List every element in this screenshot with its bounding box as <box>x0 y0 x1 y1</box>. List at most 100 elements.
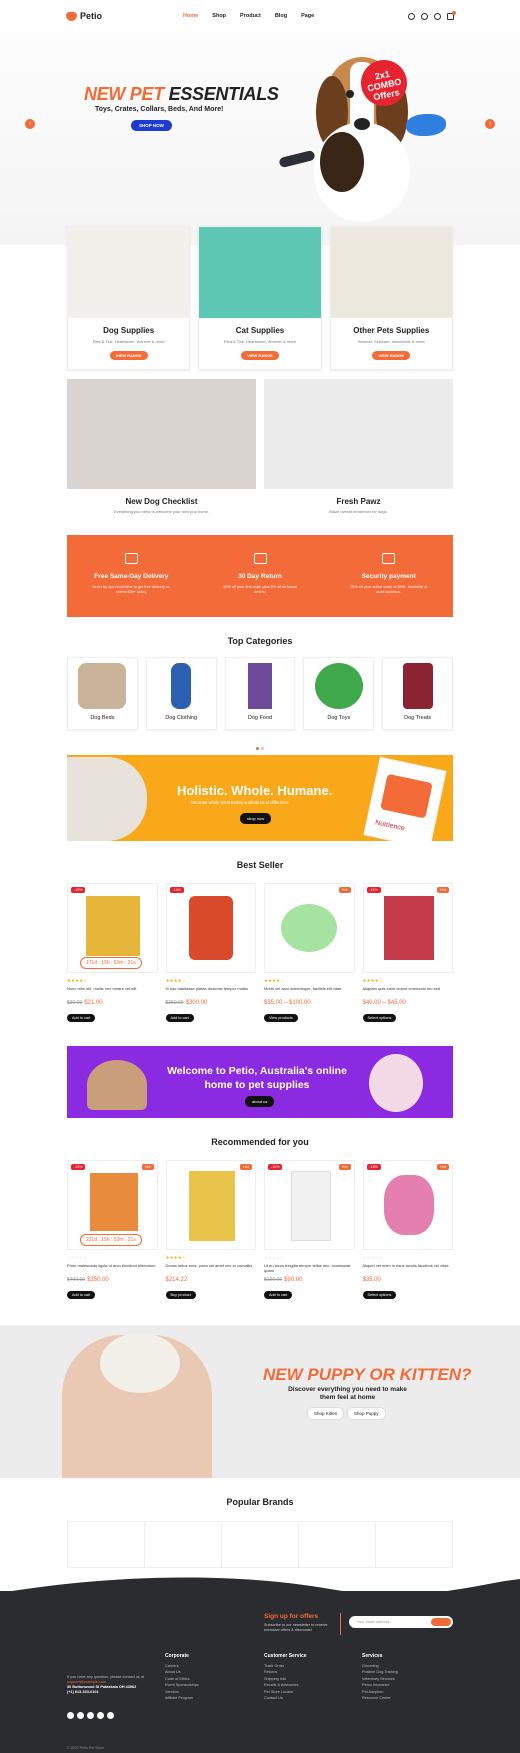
buy-product-button[interactable]: Buy product <box>165 1291 196 1299</box>
view-range-button[interactable]: VIEW RANGE <box>109 351 148 360</box>
product-card[interactable]: -10% Hot ☆☆☆☆☆ Ut eu lacus fringilla temp… <box>264 1160 355 1301</box>
shield-icon <box>382 553 396 564</box>
brand-slot[interactable] <box>145 1522 222 1567</box>
footer-divider <box>340 1613 341 1635</box>
service-security: Security payment 25% off your online orde… <box>324 535 453 617</box>
section-title-recommended: Recommended for you <box>211 1137 309 1147</box>
product-card[interactable]: -15% Hot ☆☆☆☆☆ Aliquet vel enim in risus … <box>362 1160 454 1301</box>
product-name[interactable]: Donec tellus eros, porta vel amet nec in… <box>166 1263 257 1273</box>
view-products-button[interactable]: View products <box>264 1014 298 1022</box>
product-name[interactable]: In hac habitasse platea dictumst tempor … <box>166 986 257 996</box>
product-name[interactable]: Nunc nibh elit, mollis nec ornare vel el… <box>67 986 158 996</box>
search-icon[interactable] <box>408 12 415 20</box>
product-name[interactable]: Proin malesuada ligula ut arcu tincidunt… <box>67 1263 158 1273</box>
card-desc: Wormer, Skincare, Insecticide & more <box>357 339 425 344</box>
brand-slot[interactable] <box>299 1522 376 1567</box>
feature-title: Fresh Pawz <box>336 497 381 506</box>
recommended-grid: -13% Hot 231d : 15h : 50m : 21s ☆☆☆☆☆ Proi… <box>0 1160 520 1301</box>
card-title: Cat Supplies <box>235 326 285 335</box>
product-image: Hot <box>165 1160 256 1250</box>
shop-now-button[interactable]: SHOP NOW <box>131 120 172 131</box>
supply-card-dog[interactable]: Dog Supplies Flea & Tick, Heartworm, Wor… <box>67 226 191 370</box>
send-mail-icon[interactable] <box>431 1618 451 1626</box>
brand-slot[interactable] <box>68 1522 145 1567</box>
shop-kitten-button[interactable]: Shop Kitten <box>307 1407 345 1420</box>
product-card[interactable]: -13% Hot 231d : 15h : 50m : 21s ☆☆☆☆☆ Proi… <box>67 1160 158 1301</box>
add-to-cart-button[interactable]: Add to cart <box>165 1014 194 1022</box>
nav-blog[interactable]: Blog <box>275 13 287 19</box>
product-card[interactable]: Hot ★★★★☆ Morbi vel arcu scelerisque, fa… <box>264 883 355 1024</box>
card-desc: Flea & Tick, Heartworm, Wormer & more <box>92 339 165 344</box>
prev-slide-arrow-icon[interactable]: ‹ <box>25 119 35 129</box>
select-options-button[interactable]: Select options <box>362 1014 397 1022</box>
logo[interactable]: Petio <box>66 11 102 21</box>
shop-puppy-button[interactable]: Shop Puppy <box>347 1407 386 1420</box>
twitter-icon[interactable] <box>67 1712 74 1719</box>
banner-shop-now-button[interactable]: shop now <box>240 813 272 824</box>
supply-card-cat[interactable]: Cat Supplies Flea & Tick, Heartworm, Wor… <box>198 226 322 370</box>
hero-slider: NEW PET ESSENTIALS Toys, Crates, Collars… <box>0 32 520 245</box>
product-name[interactable]: Morbi vel arcu scelerisque, facilisis el… <box>264 986 355 996</box>
nav-product[interactable]: Product <box>240 13 261 19</box>
category-dog-clothing[interactable]: Dog Clothing <box>145 657 217 730</box>
product-name[interactable]: Aliquam quis enim dolore commodo leo sed <box>363 986 454 996</box>
footer-about: If you have any question, please contact… <box>67 1675 145 1694</box>
brand-slot[interactable] <box>376 1522 452 1567</box>
add-to-cart-button[interactable]: Add to cart <box>67 1014 96 1022</box>
logo-text: Petio <box>80 11 103 21</box>
category-dog-food[interactable]: Dog Food <box>224 657 296 730</box>
feature-desc: Everything you need to welcome your new … <box>113 509 210 514</box>
feature-card-checklist[interactable]: New Dog Checklist Everything you need to… <box>67 379 256 514</box>
social-links <box>67 1712 114 1719</box>
rating-stars: ★★★★☆ <box>165 978 186 983</box>
product-card[interactable]: -14% ★★★★☆ In hac habitasse platea dictu… <box>165 883 257 1024</box>
category-dog-beds[interactable]: Dog Beds <box>67 657 138 730</box>
calendar-icon <box>253 553 267 564</box>
instagram-icon[interactable] <box>87 1712 94 1719</box>
add-to-cart-button[interactable]: Add to cart <box>67 1291 96 1299</box>
account-icon[interactable] <box>421 12 428 20</box>
product-name[interactable]: Aliquet vel enim in risus iaculis faucib… <box>363 1263 454 1273</box>
linkedin-icon[interactable] <box>107 1712 114 1719</box>
view-range-button[interactable]: VIEW RANGE <box>372 351 411 360</box>
services-bar: Free Same-Day Delivery Order by 2pm local… <box>67 535 453 617</box>
select-options-button[interactable]: Select options <box>362 1291 397 1299</box>
brand-slot[interactable] <box>222 1522 299 1567</box>
email-input[interactable]: Your email address... <box>349 1616 453 1628</box>
view-range-button[interactable]: VIEW RANGE <box>241 351 279 360</box>
rating-stars: ★★★★☆ <box>362 978 383 983</box>
category-dog-toys[interactable]: Dog Toys <box>303 657 375 730</box>
nav-page[interactable]: Page <box>301 13 314 19</box>
leash-image <box>264 379 453 489</box>
facebook-icon[interactable] <box>77 1712 84 1719</box>
wishlist-icon[interactable] <box>434 12 441 20</box>
feature-card-pawz[interactable]: Fresh Pawz Blaze overall tenderizer for … <box>264 379 453 514</box>
section-title-brands: Popular Brands <box>226 1497 294 1507</box>
product-card[interactable]: -10% 171d : 15h : 50m : 21s ★★★★☆ Nunc ni… <box>67 883 158 1024</box>
product-image: -10% Hot <box>264 1160 355 1250</box>
product-card[interactable]: Hot ★★★★☆ Donec tellus eros, porta vel a… <box>165 1160 257 1301</box>
next-slide-arrow-icon[interactable]: › <box>485 119 495 129</box>
about-us-button[interactable]: about us <box>245 1096 275 1107</box>
product-price: $40.00 – $45.00 <box>362 1000 406 1006</box>
nav-home[interactable]: Home <box>183 13 198 19</box>
service-return: 30 Day Return 35% off your first order pl… <box>196 535 325 617</box>
footer-col-corporate: Corporate Careers About Us Code of Ethics Ev… <box>165 1653 199 1700</box>
feature-desc: Blaze overall tenderizer for dogs. <box>329 509 388 514</box>
youtube-icon[interactable] <box>97 1712 104 1719</box>
category-dog-treats[interactable]: Dog Treats <box>382 657 453 730</box>
product-card[interactable]: -11% Hot ★★★★☆ Aliquam quis enim dolore c… <box>362 883 454 1024</box>
cart-icon[interactable] <box>447 10 456 20</box>
girl-dog-image <box>87 1060 147 1110</box>
dog-supplies-image <box>68 227 190 318</box>
nav-shop[interactable]: Shop <box>212 13 226 19</box>
supply-card-other[interactable]: Other Pets Supplies Wormer, Skincare, In… <box>329 226 453 370</box>
carousel-dots[interactable] <box>0 737 520 750</box>
add-to-cart-button[interactable]: Add to cart <box>264 1291 293 1299</box>
product-price: $35.00 <box>362 1277 381 1283</box>
woman-dog-image <box>67 379 256 489</box>
site-footer: Sign up for offers Subscribe to our newsl… <box>0 1577 520 1753</box>
banner-desc: Because whole meat makes a whole lot of … <box>191 800 290 805</box>
product-name[interactable]: Ut eu lacus fringilla tempor tellus nec,… <box>264 1263 355 1273</box>
rating-stars: ★★★★☆ <box>67 978 88 983</box>
